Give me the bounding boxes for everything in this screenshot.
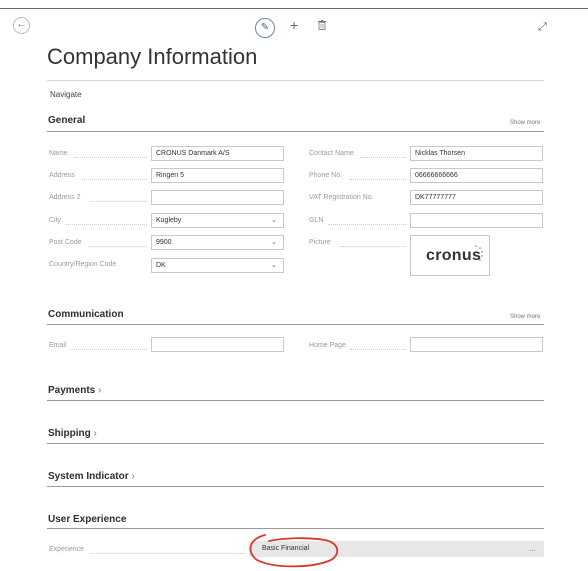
contact-name-label: Contact Name [309, 150, 354, 157]
dots [360, 157, 406, 158]
chevron-down-icon: ⌄ [271, 262, 277, 269]
dots [90, 201, 147, 202]
city-select[interactable]: Kugleby [151, 213, 284, 228]
gln-field[interactable] [410, 213, 543, 228]
edit-button[interactable]: ✎ [255, 18, 275, 38]
contact-name-field[interactable]: Nicklas Thorsen [410, 146, 543, 161]
dots [75, 157, 147, 158]
annotation-ellipse [249, 534, 339, 568]
expand-icon: ⤢ [538, 21, 547, 33]
communication-show-more[interactable]: Show more [510, 314, 540, 320]
email-label: Email [49, 342, 67, 349]
plus-icon: + [290, 17, 299, 33]
top-border [0, 8, 588, 9]
company-picture[interactable]: cronus [410, 235, 490, 276]
vat-field[interactable]: DK77777777 [410, 190, 543, 205]
home-page-label: Home Page [309, 342, 346, 349]
phone-label: Phone No. [309, 172, 343, 179]
address-label: Address [49, 172, 75, 179]
chevron-right-icon: › [90, 428, 97, 439]
general-divider [47, 131, 544, 132]
address2-label: Address 2 [49, 194, 81, 201]
address2-field[interactable] [151, 190, 284, 205]
email-field[interactable] [151, 337, 284, 352]
payments-title: Payments [48, 385, 96, 396]
payments-divider [47, 400, 544, 401]
chevron-down-icon: ⌄ [271, 217, 277, 224]
navigate-menu[interactable]: Navigate [50, 90, 82, 99]
dots [340, 246, 406, 247]
back-button[interactable]: ← [13, 17, 30, 34]
new-button[interactable]: + [290, 17, 298, 33]
country-select[interactable]: DK [151, 258, 284, 273]
pencil-icon: ✎ [260, 22, 270, 33]
vat-label: VAT Registration No. [309, 194, 374, 201]
delete-button[interactable] [318, 20, 326, 33]
system-indicator-divider [47, 486, 544, 487]
expand-button[interactable]: ⤢ [538, 21, 547, 34]
dots [350, 349, 406, 350]
page-title: Company Information [47, 44, 258, 69]
experience-label: Experience [49, 546, 85, 553]
shipping-divider [47, 443, 544, 444]
dots [82, 179, 147, 180]
city-label: City [49, 217, 62, 224]
arrow-left-icon: ← [16, 19, 27, 30]
phone-field[interactable]: 06666666666 [410, 168, 543, 183]
section-communication-title[interactable]: Communication [48, 309, 124, 320]
system-indicator-title: System Indicator [48, 471, 129, 482]
communication-divider [47, 324, 544, 325]
name-field[interactable]: CRONUS Danmark A/S [151, 146, 284, 161]
name-label: Name [49, 150, 68, 157]
section-shipping[interactable]: Shipping › [48, 428, 97, 439]
dots [70, 349, 147, 350]
general-show-more[interactable]: Show more [510, 120, 540, 126]
country-label: Country/Region Code [49, 261, 117, 268]
section-user-experience-title[interactable]: User Experience [48, 514, 126, 525]
section-system-indicator[interactable]: System Indicator › [48, 471, 135, 482]
address-field[interactable]: Ringen 5 [151, 168, 284, 183]
post-code-label: Post Code [49, 239, 82, 246]
trash-icon [318, 20, 326, 30]
divider [47, 80, 544, 81]
section-payments[interactable]: Payments › [48, 385, 101, 396]
dots [350, 179, 406, 180]
shipping-title: Shipping [48, 428, 91, 439]
home-page-field[interactable] [410, 337, 543, 352]
user-experience-divider [47, 528, 544, 529]
picture-label: Picture [309, 239, 331, 246]
logo-dots-icon [475, 245, 483, 261]
post-code-select[interactable]: 9900 [151, 235, 284, 250]
dots [66, 224, 147, 225]
ellipsis-icon: ... [529, 544, 536, 553]
dots [90, 553, 245, 554]
chevron-right-icon: › [128, 471, 135, 482]
chevron-down-icon: ⌄ [271, 239, 277, 246]
section-general-title[interactable]: General [48, 115, 85, 126]
dots [328, 224, 406, 225]
chevron-right-icon: › [95, 385, 102, 396]
dots [88, 246, 147, 247]
gln-label: GLN [309, 217, 324, 224]
